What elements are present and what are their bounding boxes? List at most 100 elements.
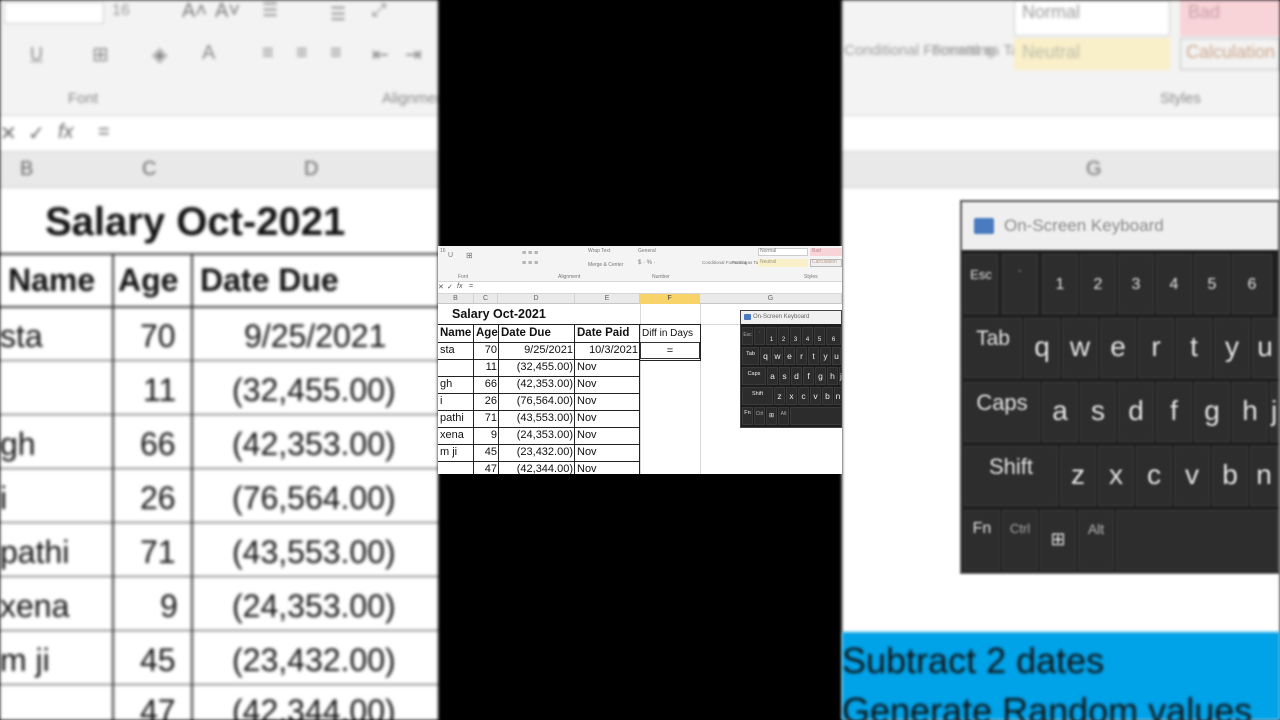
cell-date-due[interactable]: (32,455.00): [499, 359, 575, 376]
key-3[interactable]: 3: [1118, 254, 1154, 314]
key-c[interactable]: c: [1136, 446, 1172, 506]
key-f[interactable]: f: [1156, 382, 1192, 442]
key-1[interactable]: 1: [1042, 254, 1078, 314]
shrink-font-icon[interactable]: A˅: [215, 0, 240, 23]
header-name[interactable]: Name: [438, 325, 474, 342]
key-e[interactable]: e: [784, 347, 795, 365]
key-h[interactable]: h: [827, 367, 838, 385]
cell-age[interactable]: 26: [474, 393, 499, 410]
key-y[interactable]: y: [820, 347, 831, 365]
cell-name[interactable]: sta: [438, 342, 474, 359]
key-windows-icon[interactable]: ⊞: [766, 407, 777, 425]
style-neutral[interactable]: Neutral: [1022, 42, 1080, 63]
key-caps[interactable]: Caps: [964, 382, 1040, 442]
underline-icon[interactable]: U: [30, 44, 43, 65]
key-t[interactable]: t: [808, 347, 819, 365]
grow-font-icon[interactable]: A˄: [182, 0, 207, 23]
key-2[interactable]: 2: [1080, 254, 1116, 314]
cell-age[interactable]: 70: [474, 342, 499, 359]
enter-icon[interactable]: ✓: [28, 121, 45, 146]
key-j[interactable]: j: [1270, 382, 1278, 442]
cell-name[interactable]: m ji: [438, 444, 474, 461]
key-space[interactable]: [1116, 510, 1278, 570]
cell-date-paid[interactable]: Nov: [575, 461, 640, 474]
key-r[interactable]: r: [1138, 318, 1174, 378]
key-w[interactable]: w: [772, 347, 783, 365]
key-a[interactable]: a: [1042, 382, 1078, 442]
cell-age[interactable]: 71: [474, 410, 499, 427]
sheet-title[interactable]: Salary Oct-2021: [450, 306, 640, 323]
key-g[interactable]: g: [1194, 382, 1230, 442]
key-alt[interactable]: Alt: [1078, 510, 1114, 570]
column-header-d[interactable]: D: [498, 294, 575, 304]
key-3[interactable]: 3: [790, 327, 801, 345]
align-bottom-icon[interactable]: ☰: [330, 4, 346, 25]
cell-name[interactable]: [438, 359, 474, 376]
cell-date-paid[interactable]: Nov: [575, 359, 640, 376]
key-tab[interactable]: Tab: [964, 318, 1022, 378]
enter-icon[interactable]: ✓: [447, 283, 453, 291]
cell-date-paid[interactable]: Nov: [575, 427, 640, 444]
header-date-due[interactable]: Date Due: [499, 325, 575, 342]
key-5[interactable]: 5: [814, 327, 825, 345]
cell-name[interactable]: gh: [438, 376, 474, 393]
fx-icon[interactable]: fx: [58, 121, 74, 144]
column-header-g[interactable]: G: [700, 294, 842, 304]
underline-icon[interactable]: U: [448, 252, 453, 259]
key-1[interactable]: 1: [766, 327, 777, 345]
column-header-e[interactable]: E: [575, 294, 640, 304]
number-format-select[interactable]: General: [638, 248, 656, 254]
cell-name[interactable]: pathi: [438, 410, 474, 427]
wrap-text-button[interactable]: Wrap Text: [588, 248, 610, 254]
key-z[interactable]: z: [774, 387, 785, 405]
cell-date-due[interactable]: (76,564.00): [499, 393, 575, 410]
key-tab[interactable]: Tab: [742, 347, 759, 365]
key-w[interactable]: w: [1062, 318, 1098, 378]
percent-icon[interactable]: $ · % ·: [638, 260, 656, 266]
increase-indent-icon[interactable]: ⇥: [405, 42, 422, 67]
key-6[interactable]: 6: [826, 327, 841, 345]
style-bad[interactable]: Bad: [1188, 2, 1220, 23]
cell-age[interactable]: 9: [474, 427, 499, 444]
key-u[interactable]: u: [832, 347, 841, 365]
style-calculation[interactable]: Calculation: [812, 259, 837, 265]
style-neutral[interactable]: Neutral: [760, 259, 776, 265]
style-normal[interactable]: Normal: [760, 248, 776, 254]
align-left-icon[interactable]: ≡ ≡ ≡: [522, 250, 538, 257]
fill-color-icon[interactable]: ◈: [152, 42, 167, 67]
fx-icon[interactable]: fx: [457, 283, 462, 290]
orientation-icon[interactable]: ⤢: [372, 0, 386, 21]
key-y[interactable]: y: [1214, 318, 1250, 378]
cell-age[interactable]: 45: [474, 444, 499, 461]
key-x[interactable]: x: [1098, 446, 1134, 506]
key-s[interactable]: s: [779, 367, 790, 385]
key-q[interactable]: q: [760, 347, 771, 365]
borders-icon[interactable]: ⊞: [92, 42, 109, 67]
cell-date-due[interactable]: (42,353.00): [499, 376, 575, 393]
key-shift[interactable]: Shift: [742, 387, 773, 405]
cell-date-due[interactable]: (42,344.00): [499, 461, 575, 474]
key-n[interactable]: n: [834, 387, 842, 405]
cell-name[interactable]: i: [438, 393, 474, 410]
key-4[interactable]: 4: [1156, 254, 1192, 314]
formula-input[interactable]: =: [469, 283, 473, 290]
align-right-icon[interactable]: ≡: [330, 42, 342, 65]
key-esc[interactable]: Esc: [964, 254, 998, 314]
key-j[interactable]: j: [839, 367, 842, 385]
cancel-icon[interactable]: ✕: [438, 283, 444, 291]
key-space[interactable]: [790, 407, 842, 425]
decrease-indent-icon[interactable]: ⇤: [372, 42, 389, 67]
cell-date-due[interactable]: (43,553.00): [499, 410, 575, 427]
key-n[interactable]: n: [1250, 446, 1278, 506]
key-z[interactable]: z: [1060, 446, 1096, 506]
align-bottom-icon[interactable]: ≡ ≡ ≡: [522, 260, 538, 267]
column-header-b[interactable]: B: [20, 158, 33, 181]
key-4[interactable]: 4: [802, 327, 813, 345]
key-e[interactable]: e: [1100, 318, 1136, 378]
key-a[interactable]: a: [767, 367, 778, 385]
key-q[interactable]: q: [1024, 318, 1060, 378]
borders-icon[interactable]: ⊞: [466, 251, 473, 260]
key-u[interactable]: u: [1252, 318, 1278, 378]
cell-name[interactable]: xena: [438, 427, 474, 444]
align-left-icon[interactable]: ≡: [262, 42, 274, 65]
